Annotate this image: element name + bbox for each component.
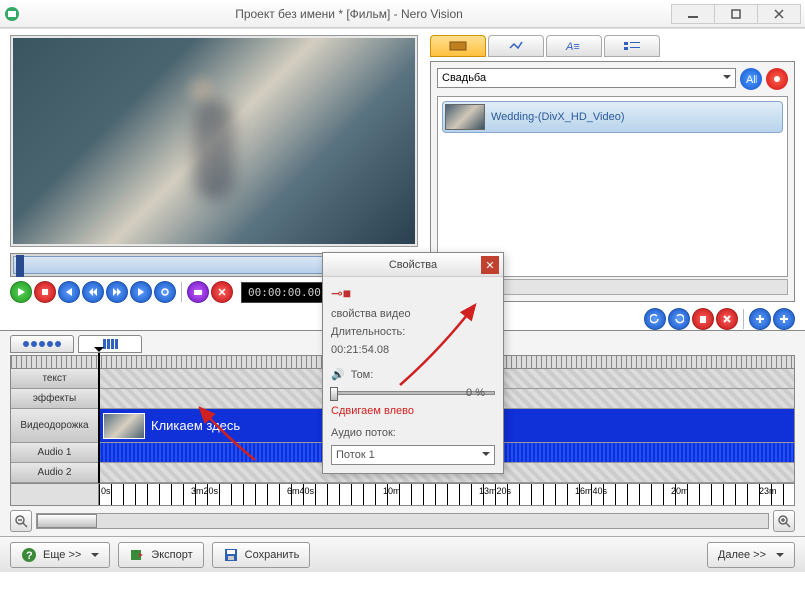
tick-1: 3m20s — [191, 486, 218, 496]
export-icon — [129, 547, 145, 563]
snapshot-button[interactable] — [187, 281, 209, 303]
next-button[interactable] — [130, 281, 152, 303]
forward-button[interactable] — [106, 281, 128, 303]
media-list[interactable]: Wedding-(DivX_HD_Video) — [437, 96, 788, 277]
play-button[interactable] — [10, 281, 32, 303]
export-label: Экспорт — [151, 549, 192, 561]
track-label-audio1: Audio 1 — [11, 443, 99, 462]
audio-stream-label: Аудио поток: — [331, 427, 495, 439]
pin-icon: ⊸■ — [331, 285, 495, 302]
clip-thumbnail — [103, 413, 145, 439]
audio-stream-value: Поток 1 — [336, 449, 375, 461]
video-preview[interactable] — [13, 38, 415, 244]
speaker-icon: 🔊 — [331, 368, 345, 381]
track-label-effects: эффекты — [11, 389, 99, 408]
audio-stream-combo[interactable]: Поток 1 — [331, 445, 495, 465]
clip-annotation: Кликаем здесь — [151, 418, 240, 433]
tick-3: 10m — [383, 486, 401, 496]
loop-button[interactable] — [154, 281, 176, 303]
media-filter-button[interactable]: All — [740, 68, 762, 90]
media-category-combo[interactable]: Свадьба — [437, 68, 736, 88]
app-icon — [4, 6, 20, 22]
track-label-text: текст — [11, 369, 99, 388]
save-label: Сохранить — [245, 549, 300, 561]
minimize-button[interactable] — [671, 4, 715, 24]
save-button[interactable]: Сохранить — [212, 542, 311, 568]
prev-button[interactable] — [58, 281, 80, 303]
volume-label: Том: — [351, 369, 374, 381]
next-label: Далее >> — [718, 549, 766, 561]
svg-text:?: ? — [26, 550, 33, 562]
tool-add-button[interactable] — [749, 308, 771, 330]
maximize-button[interactable] — [714, 4, 758, 24]
tool-undo-button[interactable] — [644, 308, 666, 330]
export-button[interactable]: Экспорт — [118, 542, 203, 568]
titlebar: Проект без имени * [Фильм] - Nero Vision — [0, 0, 805, 28]
zoom-in-button[interactable] — [773, 510, 795, 532]
combo-value: Свадьба — [442, 72, 486, 84]
next-button-bottom[interactable]: Далее >> — [707, 542, 795, 568]
svg-text:All: All — [746, 74, 757, 85]
track-label-video: Видеодорожка — [11, 409, 99, 442]
cut-button[interactable] — [211, 281, 233, 303]
tool-redo-button[interactable] — [668, 308, 690, 330]
timeline-tab-timeline[interactable] — [78, 335, 142, 353]
tick-7: 23m — [759, 486, 777, 496]
timeline-playhead[interactable] — [98, 353, 100, 483]
media-item-name: Wedding-(DivX_HD_Video) — [491, 111, 625, 123]
more-label: Еще >> — [43, 549, 81, 561]
duration-value: 00:21:54.08 — [331, 344, 495, 356]
zoom-out-button[interactable] — [10, 510, 32, 532]
stop-button[interactable] — [34, 281, 56, 303]
tick-4: 13m20s — [479, 486, 511, 496]
properties-title-text: Свойства — [389, 259, 437, 271]
media-tab-2[interactable] — [488, 35, 544, 57]
media-record-button[interactable] — [766, 68, 788, 90]
timecode-display: 00:00:00.00 — [241, 282, 328, 303]
tool-add2-button[interactable] — [773, 308, 795, 330]
track-label-audio2: Audio 2 — [11, 463, 99, 482]
tick-0: 0s — [101, 486, 111, 496]
timeline-time-bar[interactable]: 0s 3m20s 6m40s 10m 13m20s 16m40s 20m 23m — [99, 484, 794, 505]
svg-text:A≡: A≡ — [565, 41, 580, 52]
properties-dialog: Свойства ✕ ⊸■ свойства видео Длительност… — [322, 252, 504, 474]
tick-2: 6m40s — [287, 486, 314, 496]
preview-frame — [10, 35, 418, 247]
media-tab-4[interactable] — [604, 35, 660, 57]
properties-close-button[interactable]: ✕ — [481, 256, 499, 274]
close-button[interactable] — [757, 4, 801, 24]
help-icon: ? — [21, 547, 37, 563]
media-thumbnail — [445, 104, 485, 130]
window-title: Проект без имени * [Фильм] - Nero Vision — [26, 7, 672, 21]
video-props-header: свойства видео — [331, 308, 495, 320]
save-icon — [223, 547, 239, 563]
volume-percent: 0 % — [466, 387, 485, 399]
timeline-tab-story[interactable] — [10, 335, 74, 353]
tool-delete-button[interactable] — [692, 308, 714, 330]
zoom-scrollbar[interactable] — [36, 513, 769, 529]
properties-titlebar[interactable]: Свойства ✕ — [323, 253, 503, 277]
media-item[interactable]: Wedding-(DivX_HD_Video) — [442, 101, 783, 133]
tick-5: 16m40s — [575, 486, 607, 496]
slide-annotation: Сдвигаем влево — [331, 405, 414, 417]
rewind-button[interactable] — [82, 281, 104, 303]
tick-6: 20m — [671, 486, 689, 496]
media-tab-1[interactable] — [430, 35, 486, 57]
duration-label: Длительность: — [331, 326, 495, 338]
more-button[interactable]: ? Еще >> — [10, 542, 110, 568]
media-tab-3[interactable]: A≡ — [546, 35, 602, 57]
tool-clear-button[interactable] — [716, 308, 738, 330]
